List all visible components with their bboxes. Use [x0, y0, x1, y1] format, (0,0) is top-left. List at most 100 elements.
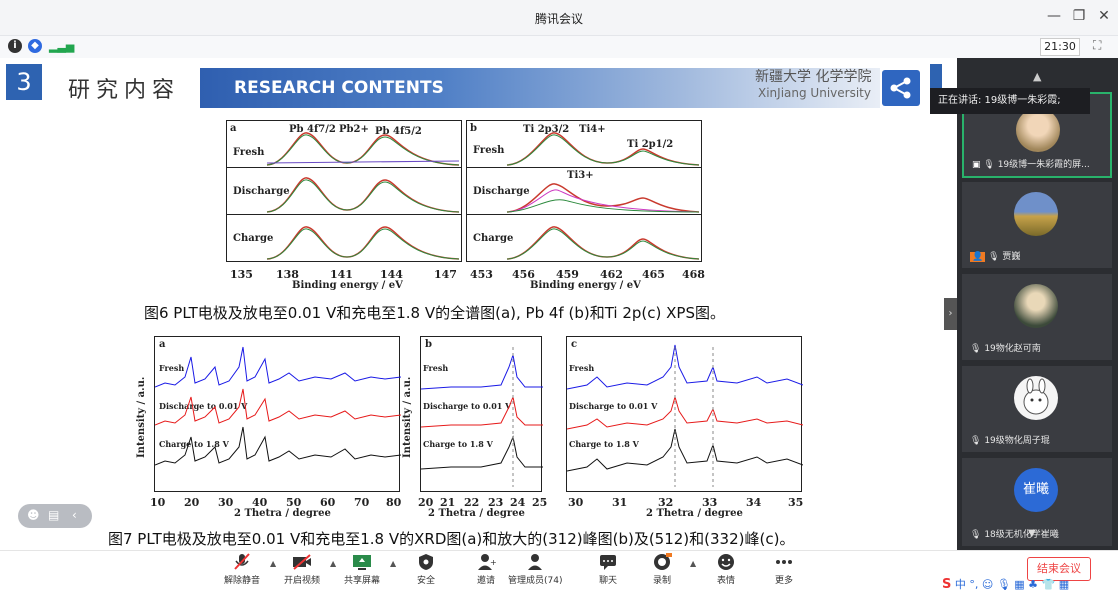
- more-label: 更多: [774, 576, 793, 586]
- xps-chart-b: b Ti 2p3/2 Ti4+ Ti 2p1/2 Fresh Discharge…: [466, 120, 702, 262]
- xps-a-row-discharge: Discharge: [227, 168, 461, 215]
- participant-name: ▣ 🎙 19级博一朱彩霞的屏...: [972, 157, 1090, 170]
- participant-tile[interactable]: 👤 🎙 贾巍: [962, 182, 1112, 268]
- fullscreen-icon[interactable]: ⛶: [1093, 38, 1101, 53]
- xrd-chart-a: a Fresh Discharge to 0.01 V Charge to 1.…: [154, 336, 401, 492]
- participant-tile[interactable]: 🎙 19物化赵可南: [962, 274, 1112, 360]
- security-label: 安全: [416, 576, 435, 586]
- manage-members-label: 管理成员(74): [508, 576, 563, 586]
- tick-label: 10: [150, 496, 166, 509]
- video-options-caret[interactable]: ▲: [330, 559, 336, 568]
- xrd-chart-c: c Fresh Discharge to 0.01 V Charge to 1.…: [566, 336, 803, 492]
- tick-label: 147: [434, 268, 457, 281]
- record-button[interactable]: 录制: [652, 553, 672, 586]
- tick-label: 31: [612, 496, 628, 509]
- participant-name-text: 18级无机化学崔曦: [984, 530, 1059, 540]
- screen-share-icon: ▣: [972, 160, 981, 170]
- host-icon: 👤: [970, 252, 986, 262]
- tick-label: 30: [218, 496, 234, 509]
- scroll-up-icon[interactable]: ▲: [1033, 70, 1041, 83]
- mic-muted-icon: 🎙: [970, 530, 982, 540]
- xps-b-row-fresh: Fresh: [467, 121, 701, 168]
- scroll-down-icon[interactable]: ▼: [1028, 528, 1036, 539]
- participant-name-text: 贾巍: [1002, 252, 1021, 262]
- xps-b-curve-fresh: [506, 132, 700, 166]
- ime-toolbar[interactable]: S 中 °, ☺ 🎙 ▦ ♣ 👕 ▦: [942, 576, 1069, 592]
- tick-label: 35: [788, 496, 804, 509]
- mic-muted-icon: 🎙: [970, 436, 982, 446]
- tick-label: 468: [682, 268, 705, 281]
- shared-slide: 3 研究内容 RESEARCH CONTENTS 新疆大学 化学学院 XinJi…: [0, 58, 957, 550]
- record-options-caret[interactable]: ▲: [690, 559, 696, 568]
- xps-b-curve-charge: [506, 226, 700, 260]
- tick-label: 465: [642, 268, 665, 281]
- avatar: [1014, 192, 1058, 236]
- participant-name-text: 19级博一朱彩霞的屏...: [997, 160, 1090, 170]
- section-number: 3: [6, 64, 42, 100]
- more-icon: [776, 560, 792, 564]
- xrd-a-xlabel: 2 Thetra / degree: [234, 508, 331, 519]
- meeting-clock: 21:30: [1040, 38, 1080, 56]
- figure-6-caption: 图6 PLT电极及放电至0.01 V和充电至1.8 V的全谱图(a), Pb 4…: [144, 304, 725, 322]
- comment-icon[interactable]: ▤: [48, 508, 59, 522]
- tick-label: 25: [532, 496, 548, 509]
- camera-off-icon: [293, 554, 311, 570]
- xrd-c-traces: [567, 344, 803, 487]
- participant-name: 🎙 19级物化周子琨: [970, 433, 1050, 446]
- window-title: 腾讯会议: [534, 12, 583, 26]
- xps-a-xlabel: Binding energy / eV: [292, 280, 403, 291]
- xrd-c-xlabel: 2 Thetra / degree: [646, 508, 743, 519]
- xrd-a-traces: [155, 346, 401, 466]
- shield-icon[interactable]: ◆: [28, 39, 42, 53]
- participant-name: 👤 🎙 贾巍: [970, 249, 1020, 262]
- security-button[interactable]: 安全: [416, 553, 436, 586]
- emoji-icon[interactable]: ☻: [27, 508, 40, 522]
- chat-label: 聊天: [598, 576, 617, 586]
- xps-a-curve-fresh: [266, 132, 460, 166]
- emoji-label: 表情: [716, 576, 735, 586]
- mic-options-caret[interactable]: ▲: [270, 559, 276, 568]
- share-options-caret[interactable]: ▲: [390, 559, 396, 568]
- add-user-icon: +: [478, 554, 496, 570]
- participant-tile[interactable]: 🎙 19级物化周子琨: [962, 366, 1112, 452]
- start-video-button[interactable]: 开启视频: [284, 553, 320, 586]
- xrd-a-ylabel: Intensity / a.u.: [136, 376, 147, 458]
- tick-label: 70: [354, 496, 370, 509]
- invite-label: 邀请: [476, 576, 495, 586]
- participant-tile[interactable]: 崔曦 🎙 18级无机化学崔曦 ▼: [962, 458, 1112, 546]
- xrd-b-traces: [421, 347, 543, 487]
- mic-muted-icon: 🎙: [988, 252, 1000, 262]
- manage-members-button[interactable]: 管理成员(74): [508, 553, 562, 586]
- more-button[interactable]: 更多: [774, 553, 794, 586]
- avatar: [1014, 284, 1058, 328]
- mic-off-icon: [234, 553, 250, 570]
- collapse-left-icon[interactable]: ‹: [72, 508, 77, 522]
- xps-chart-a: a Pb 4f7/2 Pb2+ Pb 4f5/2 Fresh Discharge…: [226, 120, 462, 262]
- floating-controls[interactable]: ☻ ▤ ‹: [18, 504, 92, 528]
- xps-a-row-fresh: Fresh: [227, 121, 461, 168]
- chat-button[interactable]: 聊天: [598, 553, 618, 586]
- emoji-button[interactable]: 表情: [716, 553, 736, 586]
- avatar: [1016, 108, 1060, 152]
- xrd-b-ylabel: Intensity / a.u.: [402, 376, 413, 458]
- unmute-button[interactable]: 解除静音: [224, 553, 260, 586]
- xrd-b-xlabel: 2 Thetra / degree: [428, 508, 525, 519]
- invite-button[interactable]: + 邀请: [476, 553, 496, 586]
- xps-a-curve-discharge: [266, 177, 460, 213]
- record-label: 录制: [652, 576, 671, 586]
- participant-name-text: 19级物化周子琨: [984, 436, 1050, 446]
- info-icon[interactable]: i: [8, 39, 22, 53]
- minimize-icon[interactable]: —: [1044, 8, 1064, 24]
- shield-icon: [419, 554, 433, 570]
- signal-icon[interactable]: ▂▃▅: [49, 40, 74, 53]
- avatar: 崔曦: [1014, 468, 1058, 512]
- smiley-icon: [718, 554, 734, 570]
- restore-icon[interactable]: ❐: [1069, 8, 1089, 24]
- record-icon: [654, 553, 672, 570]
- share-screen-button[interactable]: 共享屏幕: [344, 553, 380, 586]
- close-icon[interactable]: ✕: [1094, 8, 1114, 24]
- share-icon: [882, 70, 920, 106]
- tick-label: 80: [386, 496, 402, 509]
- xps-b-row-discharge: Discharge Ti3+: [467, 168, 701, 215]
- collapse-panel-icon[interactable]: ›: [944, 298, 957, 330]
